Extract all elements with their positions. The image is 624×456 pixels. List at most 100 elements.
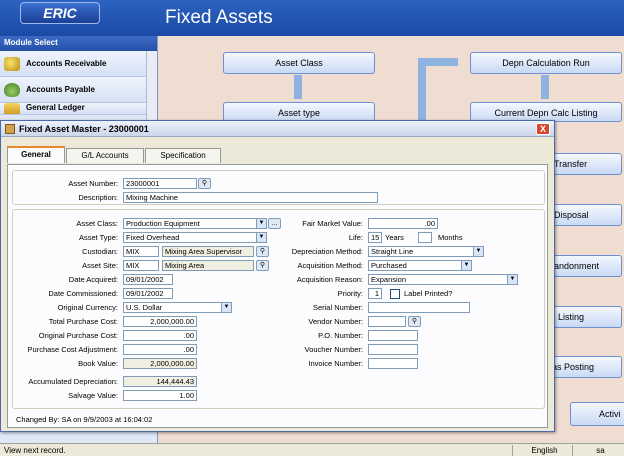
tab-specification[interactable]: Specification (145, 148, 221, 163)
ledger-icon (4, 103, 20, 114)
original-currency-value: U.S. Dollar (126, 303, 163, 312)
date-acquired-label: Date Acquired: (68, 275, 118, 284)
depreciation-method-select[interactable]: Straight Line ▼ (368, 246, 484, 257)
vendor-search-button[interactable]: ⚲ (408, 316, 421, 327)
arrow-connector (418, 58, 426, 120)
original-purchase-cost-label: Original Purchase Cost: (38, 331, 118, 340)
asset-type-select[interactable]: Fixed Overhead ▼ (123, 232, 267, 243)
fair-market-value-label: Fair Market Value: (302, 219, 363, 228)
tab-general[interactable]: General (7, 146, 65, 163)
asset-class-value: Production Equipment (126, 219, 200, 228)
asset-type-button[interactable]: Asset type (223, 102, 375, 122)
asset-type-value: Fixed Overhead (126, 233, 180, 242)
arrow-down (541, 75, 549, 99)
dialog-titlebar[interactable]: Fixed Asset Master - 23000001 (1, 121, 554, 137)
search-icon: ⚲ (411, 318, 418, 325)
asset-site-code-field[interactable]: MIX (123, 260, 159, 271)
sidebar-item-label: Accounts Receivable (26, 59, 107, 68)
serial-number-label: Serial Number: (312, 303, 363, 312)
priority-label: Priority: (337, 289, 363, 298)
search-icon: ⚲ (201, 180, 208, 187)
purchase-cost-adjustment-field[interactable]: .00 (123, 344, 197, 355)
label-printed-label: Label Printed? (404, 289, 453, 298)
sidebar-item-accounts-payable[interactable]: Accounts Payable (0, 77, 157, 103)
chevron-down-icon: ▼ (507, 275, 517, 284)
asset-number-label: Asset Number: (68, 179, 118, 188)
current-depn-calc-listing-button[interactable]: Current Depn Calc Listing (470, 102, 622, 122)
chevron-down-icon: ▼ (473, 247, 483, 256)
money-bag-icon (4, 82, 20, 97)
vendor-number-field[interactable] (368, 316, 406, 327)
dialog-icon (5, 123, 15, 134)
asset-search-button[interactable]: ⚲ (198, 178, 211, 189)
dialog-title: Fixed Asset Master - 23000001 (19, 123, 149, 134)
invoice-number-field[interactable] (368, 358, 418, 369)
depreciation-method-value: Straight Line (371, 247, 414, 256)
months-label: Months (438, 233, 463, 242)
total-purchase-cost-field[interactable]: 2,000,000.00 (123, 316, 197, 327)
serial-number-field[interactable] (368, 302, 470, 313)
po-number-field[interactable] (368, 330, 418, 341)
invoice-number-label: Invoice Number: (308, 359, 363, 368)
depreciation-method-label: Depreciation Method: (291, 247, 363, 256)
book-value-label: Book Value: (78, 359, 118, 368)
status-message: View next record. (4, 446, 66, 455)
description-label: Description: (78, 193, 118, 202)
fixed-asset-master-dialog: Fixed Asset Master - 23000001 X General … (0, 120, 555, 432)
voucher-number-label: Voucher Number: (304, 345, 363, 354)
app-header: ERIC Fixed Assets (0, 0, 624, 36)
general-panel: Asset Number: 23000001 ⚲ Description: Mi… (7, 164, 548, 428)
sidebar-item-accounts-receivable[interactable]: Accounts Receivable (0, 51, 157, 77)
arrow-down (294, 75, 302, 99)
date-commissioned-field[interactable]: 09/01/2002 (123, 288, 173, 299)
changed-by-text: Changed By: SA on 9/9/2003 at 16:04:02 (16, 415, 153, 424)
total-purchase-cost-label: Total Purchase Cost: (48, 317, 118, 326)
custodian-code-field[interactable]: MIX (123, 246, 159, 257)
asset-class-select[interactable]: Production Equipment ▼ (123, 218, 267, 229)
chevron-down-icon: ▼ (221, 303, 231, 312)
description-field[interactable]: Mixing Machine (123, 192, 378, 203)
tab-gl-accounts[interactable]: G/L Accounts (66, 148, 144, 163)
arrow-right (418, 58, 458, 66)
disposal-button[interactable]: Disposal (545, 204, 622, 226)
life-label: Life: (348, 233, 363, 242)
abandonment-button[interactable]: andonment (545, 255, 622, 277)
status-language: English (512, 445, 572, 456)
fair-market-value-field[interactable]: .00 (368, 218, 438, 229)
voucher-number-field[interactable] (368, 344, 418, 355)
app-logo: ERIC (20, 2, 100, 24)
page-title: Fixed Assets (165, 7, 273, 28)
custodian-label: Custodian: (82, 247, 118, 256)
label-printed-checkbox[interactable] (390, 289, 400, 299)
original-currency-select[interactable]: U.S. Dollar ▼ (123, 302, 232, 313)
posting-button[interactable]: as Posting (545, 356, 622, 378)
depn-calculation-run-button[interactable]: Depn Calculation Run (470, 52, 622, 74)
asset-class-button[interactable]: Asset Class (223, 52, 375, 74)
chevron-down-icon: ▼ (461, 261, 471, 270)
status-bar: View next record. English sa (0, 443, 624, 456)
transfer-button[interactable]: Transfer (545, 153, 622, 175)
life-years-field[interactable]: 15 (368, 232, 382, 243)
salvage-value-label: Salvage Value: (68, 391, 118, 400)
sidebar-item-general-ledger[interactable]: General Ledger (0, 103, 157, 115)
date-commissioned-label: Date Commissioned: (48, 289, 118, 298)
date-acquired-field[interactable]: 09/01/2002 (123, 274, 173, 285)
acquisition-method-select[interactable]: Purchased ▼ (368, 260, 472, 271)
life-months-field[interactable] (418, 232, 432, 243)
original-purchase-cost-field[interactable]: .00 (123, 330, 197, 341)
acquisition-method-label: Acquisition Method: (297, 261, 363, 270)
asset-site-name-field: Mixing Area (162, 260, 254, 271)
accumulated-depreciation-field: 144,444.43 (123, 376, 197, 387)
listing-button[interactable]: Listing (545, 306, 622, 328)
original-currency-label: Original Currency: (57, 303, 118, 312)
acquisition-reason-select[interactable]: Expansion ▼ (368, 274, 518, 285)
salvage-value-field[interactable]: 1.00 (123, 390, 197, 401)
sidebar-item-label: Accounts Payable (26, 85, 95, 94)
asset-number-field[interactable]: 23000001 (123, 178, 197, 189)
activity-button[interactable]: Activi (570, 402, 624, 426)
close-button[interactable]: X (536, 123, 550, 135)
priority-field[interactable]: 1 (368, 288, 382, 299)
book-value-field: 2,000,000.00 (123, 358, 197, 369)
purchase-cost-adjustment-label: Purchase Cost Adjustment: (27, 345, 118, 354)
asset-class-label: Asset Class: (76, 219, 118, 228)
